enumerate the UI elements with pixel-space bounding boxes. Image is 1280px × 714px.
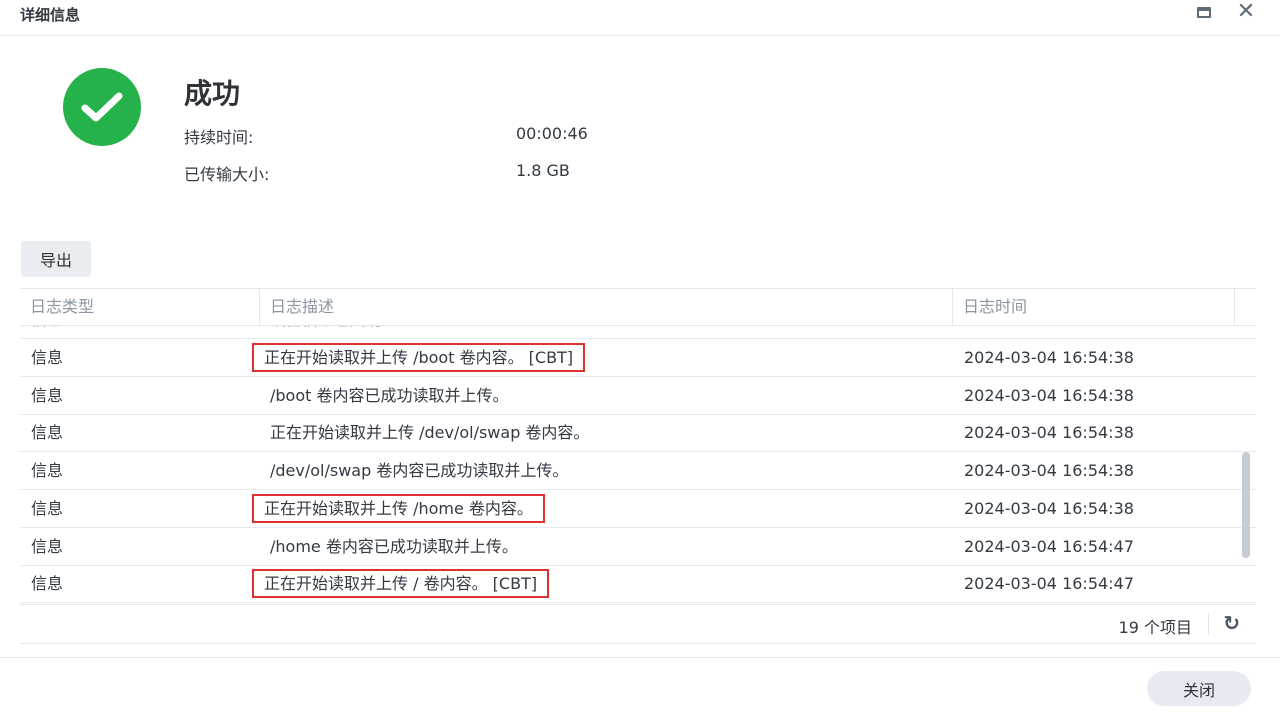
highlighted-description: 正在开始读取并上传 /boot 卷内容。 [CBT] <box>251 343 586 372</box>
success-check-icon <box>63 68 141 146</box>
column-header-type[interactable]: 日志类型 <box>20 289 260 325</box>
item-count: 19 个项目 <box>1118 618 1192 637</box>
refresh-icon[interactable]: ↻ <box>1223 611 1240 635</box>
log-time: 2024-03-04 16:54:38 <box>964 498 1134 518</box>
size-value: 1.8 GB <box>516 161 570 180</box>
log-type: 信息 <box>31 385 64 405</box>
table-row[interactable]: 信息/dev/ol/swap 卷内容已成功读取并上传。 2024-03-04 16… <box>20 452 1256 491</box>
log-type: 信息 <box>31 348 64 367</box>
maximize-button[interactable] <box>1186 0 1222 24</box>
export-button[interactable]: 导出 <box>21 241 91 277</box>
log-time: 2024-03-04 16:54:47 <box>964 536 1134 556</box>
log-time: 2024-03-04 16:54:38 <box>964 423 1134 443</box>
log-description: 正在开始读取并上传 /home 卷内容。 <box>252 490 545 527</box>
log-description: 正在开始读取并上传 / 卷内容。 [CBT] <box>251 565 550 602</box>
close-window-button[interactable]: ✕ <box>1228 0 1264 24</box>
description-text: /boot 卷内容已成功读取并上传。 <box>270 385 509 405</box>
column-header-description[interactable]: 日志描述 <box>260 289 953 325</box>
log-type: 信息 <box>31 326 63 338</box>
log-type: 信息 <box>31 574 64 594</box>
description-text: /dev/ol/swap 卷内容已成功读取并上传。 <box>270 461 569 481</box>
table-row[interactable]: 信息 正在开始读取并上传 / 卷内容。 [CBT] 2024-03-04 16:54… <box>20 565 1256 604</box>
log-description: 设备信息已成功 <box>270 326 382 338</box>
footer-divider-line <box>0 657 1280 658</box>
duration-label: 持续时间: <box>184 128 254 147</box>
column-header-time[interactable]: 日志时间 <box>953 289 1235 325</box>
log-description: /dev/ol/swap 卷内容已成功读取并上传。 <box>270 452 568 489</box>
table-row[interactable]: 信息 设备信息已成功 2024-03-04 16:54:37 <box>20 326 1256 339</box>
footer-divider <box>1208 613 1209 635</box>
log-time: 2024-03-04 16:54:47 <box>964 574 1134 594</box>
close-icon: ✕ <box>1236 0 1256 24</box>
table-row[interactable]: 信息 正在开始读取并上传 /dev/ol/swap 卷内容。 2024-03-04 … <box>20 414 1256 453</box>
log-time: 2024-03-04 16:54:38 <box>964 385 1134 405</box>
log-time: 2024-03-04 16:54:37 <box>964 326 1134 338</box>
table-header: 日志类型 日志描述 日志时间 <box>20 288 1256 326</box>
table-scrollbar[interactable] <box>1242 452 1250 558</box>
title-bar: 详细信息 ✕ <box>0 0 1280 36</box>
log-type: 信息 <box>31 461 64 481</box>
table-row[interactable]: 信息 正在开始读取并上传 /home 卷内容。 2024-03-04 16:54:3… <box>20 490 1256 528</box>
log-type: 信息 <box>31 498 64 518</box>
description-text: /home 卷内容已成功读取并上传。 <box>270 536 518 556</box>
log-description: /home 卷内容已成功读取并上传。 <box>270 528 518 565</box>
log-description: /boot 卷内容已成功读取并上传。 <box>270 377 509 414</box>
description-text: 正在开始读取并上传 /dev/ol/swap 卷内容。 <box>270 423 590 443</box>
table-footer: 19 个项目 ↻ <box>20 604 1256 644</box>
window-title: 详细信息 <box>20 6 81 24</box>
highlighted-description: 正在开始读取并上传 / 卷内容。 [CBT] <box>251 569 550 599</box>
maximize-icon <box>1197 6 1211 18</box>
table-row[interactable]: 信息/boot 卷内容已成功读取并上传。 2024-03-04 16:54:38 <box>20 377 1256 415</box>
duration-value: 00:00:46 <box>516 124 588 143</box>
size-label: 已传输大小: <box>184 165 270 184</box>
highlighted-description: 正在开始读取并上传 /home 卷内容。 <box>252 493 545 523</box>
log-description: 正在开始读取并上传 /boot 卷内容。 [CBT] <box>251 339 586 376</box>
table-row[interactable]: 信息 正在开始读取并上传 /boot 卷内容。 [CBT] 2024-03-04 1… <box>20 339 1256 377</box>
log-type: 信息 <box>31 423 64 443</box>
log-description: 正在开始读取并上传 /dev/ol/swap 卷内容。 <box>270 414 589 451</box>
table-row[interactable]: 信息/home 卷内容已成功读取并上传。 2024-03-04 16:54:47 <box>20 528 1256 566</box>
status-title: 成功 <box>184 77 241 110</box>
close-button[interactable]: 关闭 <box>1147 671 1251 706</box>
table-body[interactable]: 信息 设备信息已成功 2024-03-04 16:54:37 信息正在开始读取并… <box>20 326 1256 604</box>
log-time: 2024-03-04 16:54:38 <box>964 348 1134 367</box>
log-type: 信息 <box>31 536 64 556</box>
log-time: 2024-03-04 16:54:38 <box>964 461 1134 481</box>
